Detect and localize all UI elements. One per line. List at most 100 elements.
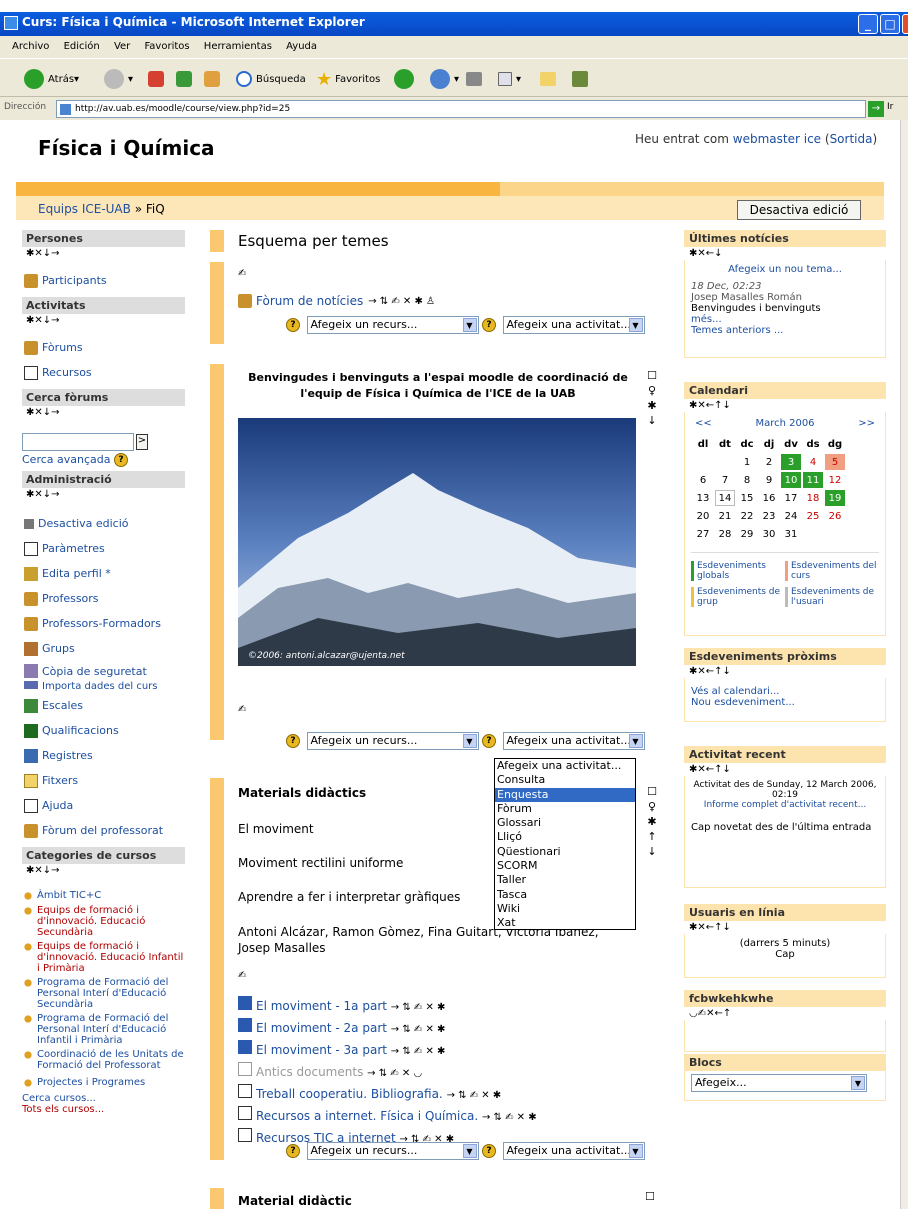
help-icon[interactable]: ? [482, 318, 496, 332]
minimize-button[interactable]: _ [858, 14, 878, 34]
admin-help[interactable]: Ajuda [22, 793, 185, 818]
edit-summary-icon[interactable]: ✍ [238, 970, 246, 981]
help-icon[interactable]: ? [286, 1144, 300, 1158]
folder-button[interactable] [540, 67, 560, 91]
edit-summary-icon[interactable]: ✍ [238, 268, 246, 279]
block-controls[interactable]: ✱✕←↑↓ [687, 399, 883, 412]
help-icon[interactable]: ? [482, 1144, 496, 1158]
admin-backup[interactable]: Còpia de seguretat [22, 661, 185, 681]
block-controls[interactable]: ✱✕↓→ [24, 314, 183, 327]
add-block-select[interactable]: Afegeix... ▼ [691, 1074, 867, 1092]
category-item[interactable]: Àmbit TIC+C [22, 890, 185, 902]
block-controls[interactable]: ✱✕←↑↓ [687, 763, 883, 776]
admin-teachers[interactable]: Professors [22, 586, 185, 611]
dropdown-option-selected[interactable]: Enquesta [495, 787, 635, 802]
go-calendar-link[interactable]: Vés al calendari... [691, 686, 780, 697]
category-item[interactable]: Equips de formació i d'innovació. Educac… [22, 905, 185, 938]
section-controls[interactable]: ☐ ♀ ✱ ↑ ↓ [645, 784, 659, 859]
category-item[interactable]: Programa de Formació del Personal Interí… [22, 1013, 185, 1046]
vertical-scrollbar[interactable] [900, 120, 908, 1209]
help-icon[interactable]: ? [286, 734, 300, 748]
new-event-link[interactable]: Nou esdeveniment... [691, 697, 795, 708]
add-resource-select[interactable]: Afegeix un recurs... ▼ [306, 316, 479, 334]
admin-scales[interactable]: Escales [22, 693, 185, 718]
add-topic-link[interactable]: Afegeix un nou tema... [728, 264, 842, 275]
category-item[interactable]: Programa de Formació del Personal Interí… [22, 977, 185, 1010]
admin-logs[interactable]: Registres [22, 743, 185, 768]
messenger-button[interactable] [572, 67, 592, 91]
item-controls-icon[interactable]: → ⇅ ✍ ✕ ✱ ♙ [368, 296, 435, 307]
legend-group[interactable]: Esdeveniments de grup [691, 587, 785, 607]
admin-toggle-edit[interactable]: Desactiva edició [22, 511, 185, 536]
add-activity-select[interactable]: Afegeix una activitat... ▼ [502, 1142, 645, 1160]
dropdown-option[interactable]: Tasca [495, 888, 635, 902]
news-forum-link[interactable]: Fòrum de notícies [256, 294, 363, 308]
menu-ver[interactable]: Ver [114, 41, 130, 52]
dropdown-option[interactable]: Qüestionari [495, 845, 635, 859]
favorites-button[interactable]: ★ Favoritos [316, 67, 380, 91]
resource-item[interactable]: El moviment - 2a part → ⇅ ✍ ✕ ✱ [238, 1018, 537, 1040]
admin-files[interactable]: Fitxers [22, 768, 185, 793]
advanced-search-link[interactable]: Cerca avançada [22, 453, 111, 466]
admin-edit-profile[interactable]: Edita perfil * [22, 561, 185, 586]
add-activity-select-open[interactable]: Afegeix una activitat... ▼ [502, 732, 645, 750]
forums-link[interactable]: Fòrums [22, 335, 185, 360]
resource-item[interactable]: El moviment - 3a part → ⇅ ✍ ✕ ✱ [238, 1040, 537, 1062]
block-controls[interactable]: ✱✕←↑↓ [687, 665, 883, 678]
dropdown-option[interactable]: Afegeix una activitat... [495, 759, 635, 773]
help-icon[interactable]: ? [114, 453, 128, 467]
legend-global[interactable]: Esdeveniments globals [691, 561, 785, 581]
legend-user[interactable]: Esdeveniments de l'usuari [785, 587, 879, 607]
resources-link[interactable]: Recursos [22, 360, 185, 385]
add-resource-select[interactable]: Afegeix un recurs... ▼ [306, 1142, 479, 1160]
section-controls[interactable]: ☐ ♀ ✱ ↓ [645, 368, 659, 428]
participants-link[interactable]: Participants [22, 268, 185, 293]
logout-link[interactable]: Sortida [830, 132, 873, 146]
category-item[interactable]: Equips de formació i d'innovació. Educac… [22, 941, 185, 974]
full-report-link[interactable]: Informe complet d'activitat recent... [704, 800, 866, 810]
dropdown-option[interactable]: Xat [495, 916, 635, 930]
month-title[interactable]: March 2006 [755, 418, 814, 429]
back-button[interactable]: Atrás ▾ [24, 67, 79, 91]
admin-teacher-forum[interactable]: Fòrum del professorat [22, 818, 185, 843]
add-activity-select[interactable]: Afegeix una activitat... ▼ [502, 316, 645, 334]
menu-ayuda[interactable]: Ayuda [286, 41, 317, 52]
dropdown-option[interactable]: SCORM [495, 859, 635, 873]
forward-button[interactable]: ▾ [104, 67, 133, 91]
dropdown-option[interactable]: Lliçó [495, 830, 635, 844]
go-button[interactable]: → [868, 101, 884, 117]
block-controls[interactable]: ✱✕↓→ [24, 406, 183, 419]
close-button[interactable]: ✕ [902, 14, 908, 34]
refresh-button[interactable] [176, 67, 196, 91]
more-link[interactable]: més... [691, 314, 722, 325]
mail-button[interactable]: ▾ [430, 67, 459, 91]
block-controls[interactable]: ✱✕←↓ [687, 247, 883, 260]
help-icon[interactable]: ? [286, 318, 300, 332]
forum-search-input[interactable] [22, 433, 134, 451]
menu-edicion[interactable]: Edición [64, 41, 100, 52]
dropdown-option[interactable]: Fòrum [495, 802, 635, 816]
dropdown-option[interactable]: Consulta [495, 773, 635, 787]
category-item[interactable]: Coordinació de les Unitats de Formació d… [22, 1049, 185, 1071]
prev-month-link[interactable]: << [695, 418, 712, 429]
next-month-link[interactable]: >> [858, 418, 875, 429]
address-input[interactable]: http://av.uab.es/moodle/course/view.php?… [56, 100, 866, 118]
admin-trainers[interactable]: Professors-Formadors [22, 611, 185, 636]
older-topics-link[interactable]: Temes anteriors ... [691, 325, 783, 336]
block-controls[interactable]: ✱✕↓→ [24, 247, 183, 260]
block-controls[interactable]: ✱✕↓→ [24, 864, 183, 877]
user-link[interactable]: webmaster ice [733, 132, 821, 146]
breadcrumb-link-equips[interactable]: Equips ICE-UAB [38, 202, 131, 216]
word-button[interactable]: ▾ [498, 67, 521, 91]
category-item[interactable]: Projectes i Programes [22, 1077, 185, 1089]
resource-item[interactable]: Recursos a internet. Física i Química. →… [238, 1106, 537, 1128]
edit-summary-icon[interactable]: ✍ [238, 704, 246, 715]
print-button[interactable] [466, 67, 486, 91]
checkbox-icon[interactable]: ☐ [645, 1190, 655, 1203]
resource-item[interactable]: Treball cooperatiu. Bibliografia. → ⇅ ✍ … [238, 1084, 537, 1106]
menu-herramientas[interactable]: Herramientas [204, 41, 272, 52]
search-button[interactable]: Búsqueda [236, 67, 306, 91]
stop-button[interactable] [148, 67, 168, 91]
all-courses-link[interactable]: Tots els cursos... [22, 1104, 104, 1115]
menu-favoritos[interactable]: Favoritos [144, 41, 189, 52]
